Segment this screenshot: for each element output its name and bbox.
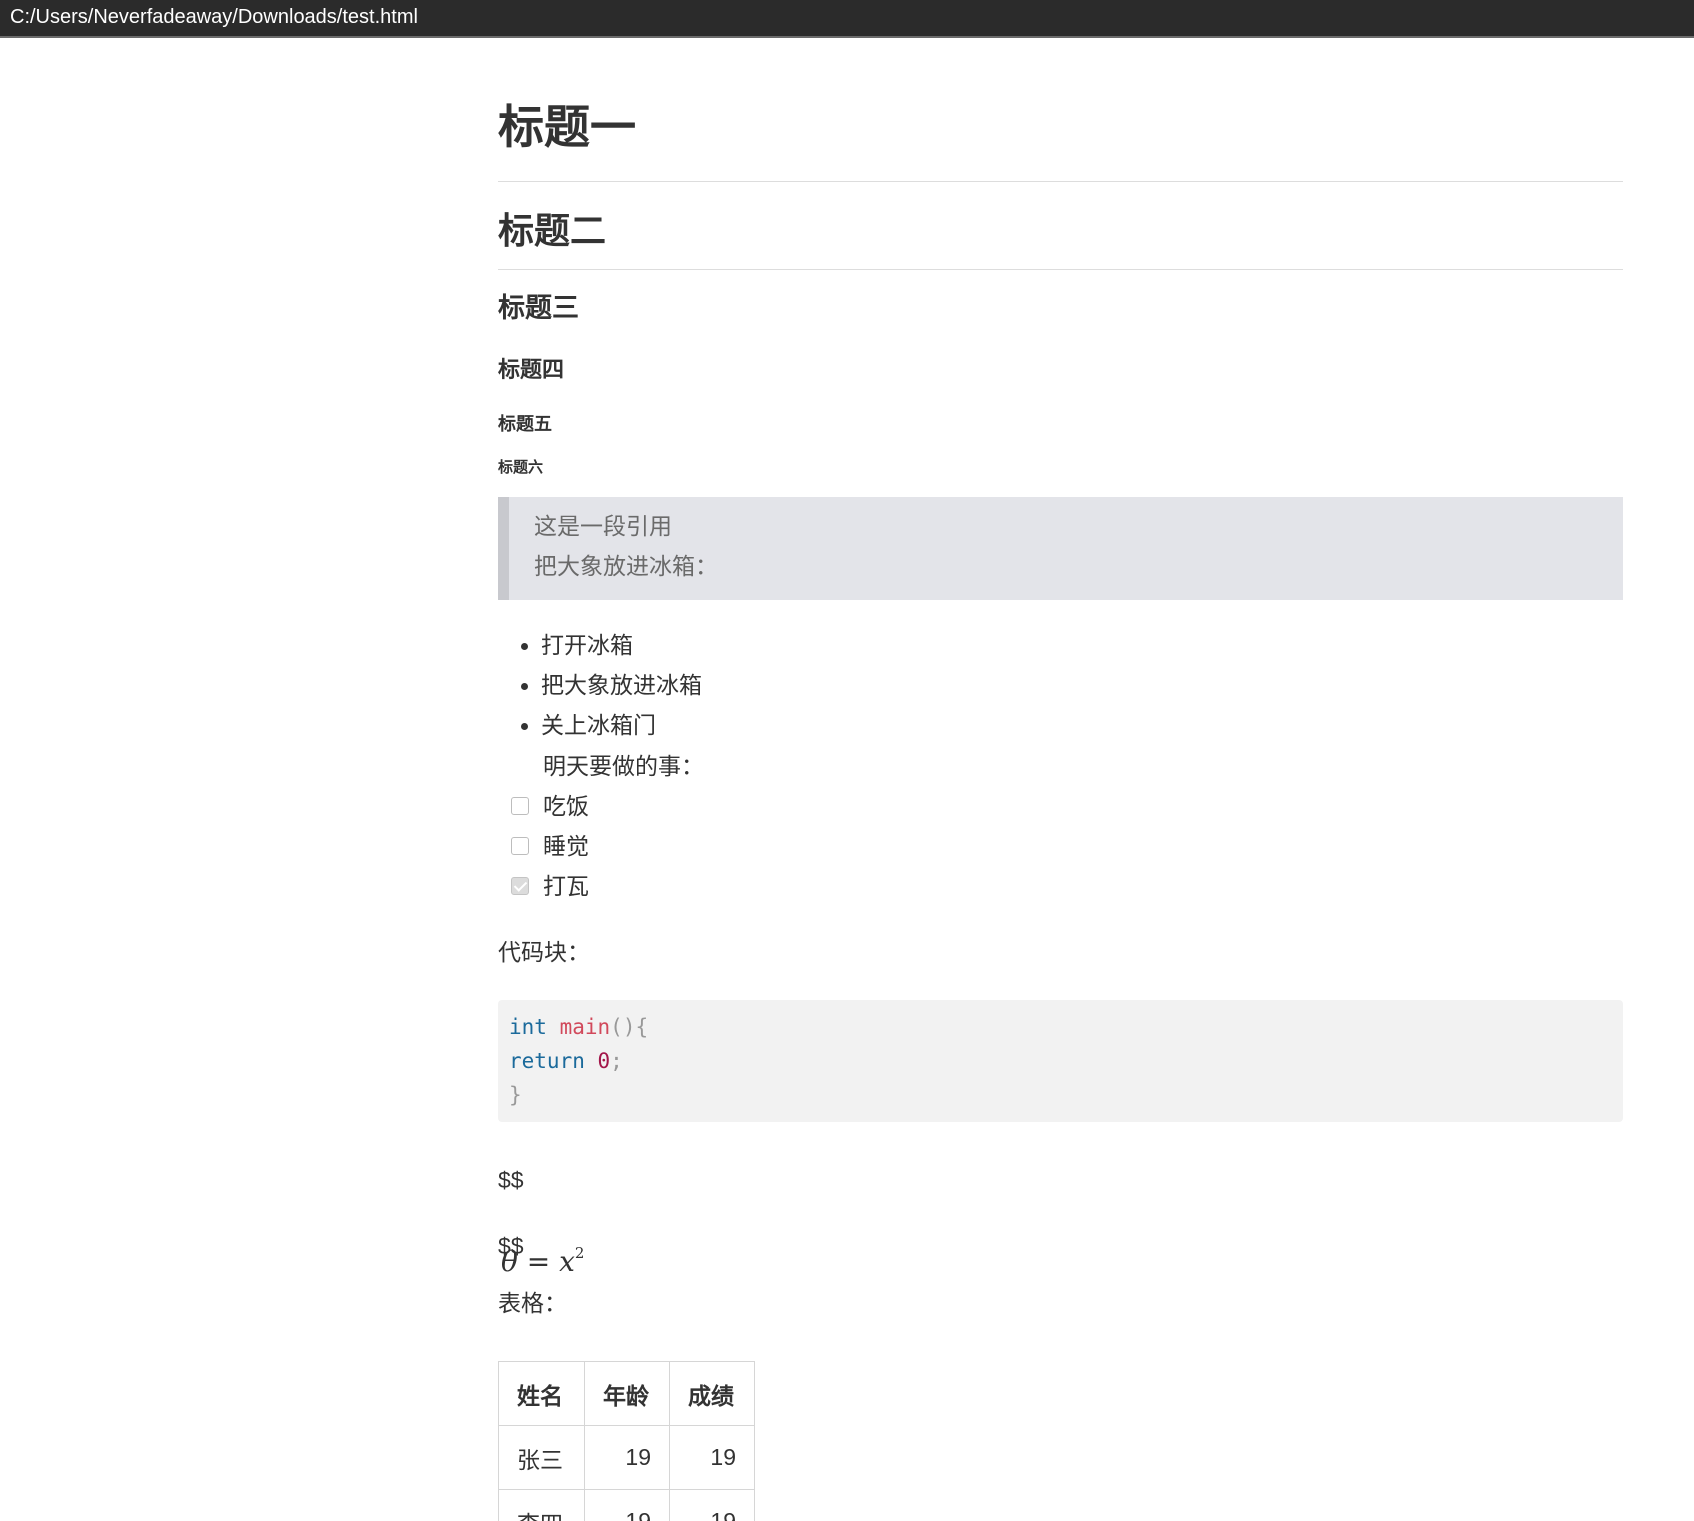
code-punctuation: (){ (610, 1015, 649, 1039)
table-cell: 李四 (498, 1489, 585, 1521)
code-number: 0 (597, 1049, 611, 1073)
bullet-icon (521, 643, 528, 650)
table-header-cell: 成绩 (669, 1361, 755, 1426)
heading-2: 标题二 (498, 210, 607, 251)
table-row: 李四 19 19 (498, 1489, 755, 1521)
table-cell: 19 (669, 1489, 755, 1521)
task-checkbox[interactable] (511, 797, 529, 815)
table-header-row: 姓名 年龄 成绩 (498, 1361, 755, 1426)
tasks-heading: 明天要做的事： (543, 753, 704, 779)
code-keyword: return (509, 1049, 585, 1073)
code-heading: 代码块： (498, 939, 590, 965)
bullet-icon (521, 723, 528, 730)
code-function: main (559, 1015, 611, 1039)
table-header-cell: 姓名 (498, 1361, 585, 1426)
heading-3: 标题三 (498, 293, 579, 323)
data-table: 姓名 年龄 成绩 张三 19 19 李四 19 19 (498, 1361, 755, 1521)
heading-4: 标题四 (498, 357, 565, 382)
table-cell: 张三 (498, 1425, 585, 1490)
window-title: C:/Users/Neverfadeaway/Downloads/test.ht… (10, 6, 418, 28)
code-punctuation: } (509, 1083, 522, 1107)
check-icon (513, 878, 528, 892)
list-item-text: 把大象放进冰箱 (541, 672, 702, 698)
heading-2-rule (498, 269, 1623, 270)
list-item-text: 打开冰箱 (541, 632, 633, 658)
code-block[interactable]: int main(){ return 0; } (498, 1000, 1623, 1122)
table-heading: 表格： (498, 1290, 567, 1316)
table-cell: 19 (584, 1425, 670, 1490)
math-base: x (559, 1245, 575, 1278)
task-checkbox-checked[interactable] (511, 877, 529, 895)
list-item-text: 关上冰箱门 (541, 712, 656, 738)
math-lhs: θ (501, 1245, 518, 1278)
math-exponent: 2 (574, 1244, 585, 1262)
task-checkbox[interactable] (511, 837, 529, 855)
math-equals: = (517, 1245, 560, 1278)
math-delimiter-open: $$ (498, 1167, 524, 1193)
blockquote-line: 这是一段引用 (534, 513, 672, 539)
heading-1: 标题一 (498, 101, 636, 153)
code-line: return 0; (509, 1044, 623, 1078)
table-header-cell: 年龄 (584, 1361, 670, 1426)
code-keyword: int (509, 1015, 547, 1039)
blockquote: 这是一段引用 把大象放进冰箱： (498, 497, 1623, 600)
table-row: 张三 19 19 (498, 1425, 755, 1490)
math-formula: θ = x2 (501, 1245, 584, 1279)
window-titlebar: C:/Users/Neverfadeaway/Downloads/test.ht… (0, 0, 1694, 38)
document-viewport[interactable]: 标题一 标题二 标题三 标题四 标题五 标题六 这是一段引用 把大象放进冰箱： … (0, 40, 1694, 1521)
table-cell: 19 (584, 1489, 670, 1521)
code-punctuation: ; (610, 1049, 623, 1073)
task-label: 打瓦 (543, 873, 589, 899)
code-line: } (509, 1078, 522, 1112)
code-line: int main(){ (509, 1010, 648, 1044)
bullet-icon (521, 683, 528, 690)
heading-5: 标题五 (498, 414, 552, 434)
heading-6: 标题六 (498, 459, 544, 476)
task-label: 吃饭 (543, 793, 589, 819)
task-label: 睡觉 (543, 833, 589, 859)
blockquote-line: 把大象放进冰箱： (534, 553, 718, 579)
table-cell: 19 (669, 1425, 755, 1490)
heading-1-rule (498, 181, 1623, 182)
